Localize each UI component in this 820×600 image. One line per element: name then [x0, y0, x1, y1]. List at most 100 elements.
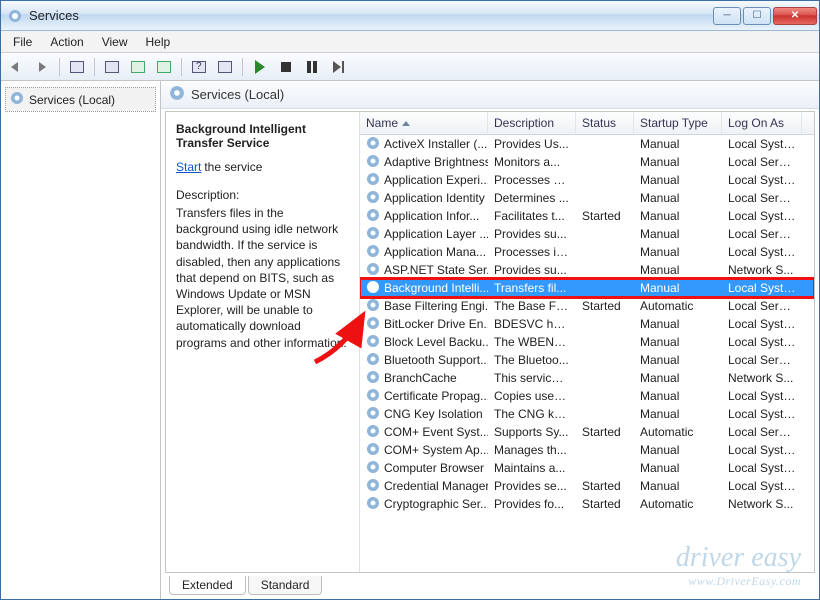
cell-description: Processes in...: [488, 245, 576, 259]
gear-icon: [366, 424, 380, 441]
cell-status: Started: [576, 299, 634, 313]
separator: [242, 58, 243, 76]
forward-button[interactable]: [31, 56, 53, 78]
body-split: Services (Local) Services (Local) Backgr…: [1, 81, 819, 599]
restart-service-button[interactable]: [327, 56, 349, 78]
tab-extended[interactable]: Extended: [169, 576, 246, 595]
refresh-icon: [131, 61, 145, 73]
table-row[interactable]: CNG Key IsolationThe CNG ke...ManualLoca…: [360, 405, 814, 423]
col-description[interactable]: Description: [488, 112, 576, 134]
table-row[interactable]: Bluetooth Support...The Bluetoo...Manual…: [360, 351, 814, 369]
minimize-button[interactable]: ─: [713, 7, 741, 25]
table-row[interactable]: COM+ System Ap...Manages th...ManualLoca…: [360, 441, 814, 459]
cell-name: Adaptive Brightness: [360, 154, 488, 171]
pause-service-button[interactable]: [301, 56, 323, 78]
table-row[interactable]: Base Filtering Engi...The Base Fil...Sta…: [360, 297, 814, 315]
sort-ascending-icon: [402, 121, 410, 126]
cell-startup-type: Manual: [634, 191, 722, 205]
tab-standard[interactable]: Standard: [248, 576, 323, 595]
table-row[interactable]: Application Experi...Processes a...Manua…: [360, 171, 814, 189]
service-name: BranchCache: [384, 371, 457, 385]
cell-name: Application Infor...: [360, 208, 488, 225]
table-row[interactable]: Credential ManagerProvides se...StartedM…: [360, 477, 814, 495]
col-status[interactable]: Status: [576, 112, 634, 134]
refresh-button[interactable]: [127, 56, 149, 78]
cell-log-on-as: Local Service: [722, 227, 802, 241]
table-row[interactable]: Computer BrowserMaintains a...ManualLoca…: [360, 459, 814, 477]
grid-button[interactable]: [214, 56, 236, 78]
maximize-button[interactable]: ☐: [743, 7, 771, 25]
cell-status: Started: [576, 425, 634, 439]
back-button[interactable]: [5, 56, 27, 78]
menu-view[interactable]: View: [94, 33, 136, 51]
table-row[interactable]: Cryptographic Ser...Provides fo...Starte…: [360, 495, 814, 513]
gear-icon: [366, 208, 380, 225]
table-row[interactable]: BitLocker Drive En...BDESVC hos...Manual…: [360, 315, 814, 333]
close-button[interactable]: ✕: [773, 7, 817, 25]
col-startup-type[interactable]: Startup Type: [634, 112, 722, 134]
table-row[interactable]: Certificate Propag...Copies user ...Manu…: [360, 387, 814, 405]
table-row[interactable]: Application Mana...Processes in...Manual…: [360, 243, 814, 261]
export-list-button[interactable]: [153, 56, 175, 78]
col-name[interactable]: Name: [360, 112, 488, 134]
cell-startup-type: Manual: [634, 281, 722, 295]
table-row[interactable]: COM+ Event Syst...Supports Sy...StartedA…: [360, 423, 814, 441]
cell-description: Provides se...: [488, 479, 576, 493]
cell-description: Supports Sy...: [488, 425, 576, 439]
pause-icon: [307, 61, 317, 73]
cell-log-on-as: Local Syste...: [722, 461, 802, 475]
table-row[interactable]: Block Level Backu...The WBENG...ManualLo…: [360, 333, 814, 351]
show-hide-tree-button[interactable]: [66, 56, 88, 78]
table-row[interactable]: BranchCacheThis service ...ManualNetwork…: [360, 369, 814, 387]
menu-file[interactable]: File: [5, 33, 40, 51]
cell-name: Application Experi...: [360, 172, 488, 189]
cell-log-on-as: Network S...: [722, 263, 802, 277]
gear-icon: [366, 496, 380, 513]
table-row[interactable]: Application IdentityDetermines ...Manual…: [360, 189, 814, 207]
menu-action[interactable]: Action: [42, 33, 91, 51]
help-button[interactable]: [188, 56, 210, 78]
table-row[interactable]: Adaptive BrightnessMonitors a...ManualLo…: [360, 153, 814, 171]
menu-help[interactable]: Help: [138, 33, 179, 51]
cell-log-on-as: Local Service: [722, 191, 802, 205]
cell-description: The Bluetoo...: [488, 353, 576, 367]
cell-name: CNG Key Isolation: [360, 406, 488, 423]
service-name: Cryptographic Ser...: [384, 497, 488, 511]
start-service-button[interactable]: [249, 56, 271, 78]
cell-log-on-as: Local Syste...: [722, 173, 802, 187]
table-row[interactable]: ASP.NET State Ser...Provides su...Manual…: [360, 261, 814, 279]
stop-service-button[interactable]: [275, 56, 297, 78]
cell-startup-type: Manual: [634, 227, 722, 241]
properties-button[interactable]: [101, 56, 123, 78]
table-row[interactable]: Application Layer ...Provides su...Manua…: [360, 225, 814, 243]
cell-startup-type: Manual: [634, 443, 722, 457]
stop-icon: [281, 62, 291, 72]
cell-log-on-as: Local Syste...: [722, 335, 802, 349]
table-row[interactable]: ActiveX Installer (...Provides Us...Manu…: [360, 135, 814, 153]
column-header-row: Name Description Status Startup Type Log…: [360, 112, 814, 135]
service-name: Bluetooth Support...: [384, 353, 488, 367]
services-window: Services ─ ☐ ✕ File Action View Help: [0, 0, 820, 600]
list-scroll-area[interactable]: ActiveX Installer (...Provides Us...Manu…: [360, 135, 814, 572]
service-name: Credential Manager: [384, 479, 488, 493]
cell-log-on-as: Local Syste...: [722, 317, 802, 331]
table-row[interactable]: Background Intelli...Transfers fil...Man…: [360, 279, 814, 297]
col-log-on-as[interactable]: Log On As: [722, 112, 802, 134]
start-link[interactable]: Start: [176, 160, 201, 174]
window-title: Services: [29, 8, 713, 23]
cell-name: Application Layer ...: [360, 226, 488, 243]
cell-log-on-as: Local Service: [722, 299, 802, 313]
service-name: Adaptive Brightness: [384, 155, 488, 169]
tree-item-services-local[interactable]: Services (Local): [5, 87, 156, 112]
cell-description: Processes a...: [488, 173, 576, 187]
cell-name: Application Mana...: [360, 244, 488, 261]
detail-service-name: Background Intelligent Transfer Service: [176, 122, 349, 150]
cell-name: Background Intelli...: [360, 280, 488, 297]
arrow-right-icon: [34, 59, 50, 75]
cell-log-on-as: Local Syste...: [722, 443, 802, 457]
cell-name: Credential Manager: [360, 478, 488, 495]
cell-name: Computer Browser: [360, 460, 488, 477]
gear-icon: [366, 226, 380, 243]
table-row[interactable]: Application Infor...Facilitates t...Star…: [360, 207, 814, 225]
service-name: Computer Browser: [384, 461, 484, 475]
